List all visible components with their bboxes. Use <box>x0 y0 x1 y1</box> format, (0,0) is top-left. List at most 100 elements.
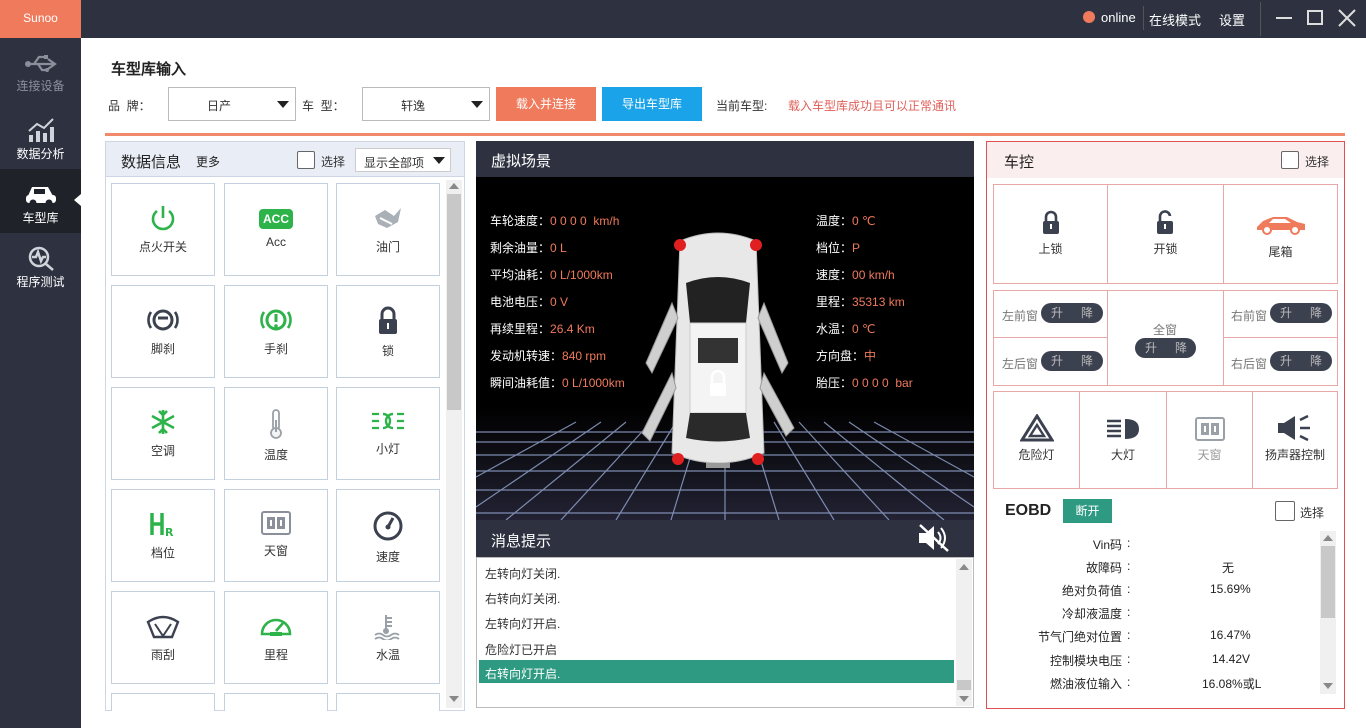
all-windows-toggle[interactable]: 升降 <box>1135 338 1196 358</box>
model-select-value: 轩逸 <box>400 99 425 113</box>
mute-icon[interactable] <box>916 523 952 553</box>
minimize-icon[interactable] <box>1276 17 1292 19</box>
scroll-up-icon[interactable] <box>449 183 459 189</box>
eobd-select-checkbox[interactable] <box>1275 501 1295 521</box>
message-item[interactable]: 左转向灯开启. <box>485 615 560 632</box>
sidebar-item-label: 数据分析 <box>16 147 65 161</box>
tile-coolant[interactable]: 水温 <box>336 591 440 684</box>
front-left-window-label: 左前窗 <box>1002 309 1039 323</box>
eobd-label: 燃油液位输入 <box>1049 677 1122 691</box>
online-mode-button[interactable]: 在线模式 <box>1149 10 1201 29</box>
sidebar-item-connect[interactable]: 连接设备 <box>0 41 81 105</box>
sidebar-item-car-library[interactable]: 车型库 <box>0 169 81 233</box>
info-row: 再续里程：26.4 Km <box>490 316 625 343</box>
scroll-down-icon[interactable] <box>449 696 459 702</box>
eobd-label: 绝对负荷值 <box>1061 584 1122 598</box>
tile-sunroof[interactable]: 天窗 <box>224 489 328 582</box>
message-item-selected[interactable]: 右转向灯开启. <box>479 660 954 683</box>
lock-button[interactable]: 上锁 <box>993 184 1108 284</box>
thermometer-icon <box>270 409 282 439</box>
sidebar-item-analysis[interactable]: 数据分析 <box>0 105 81 169</box>
headlight-button[interactable]: 大灯 <box>1079 391 1167 489</box>
odometer-icon <box>260 618 292 636</box>
scroll-thumb[interactable] <box>447 194 461 410</box>
load-connect-button[interactable]: 载入并连接 <box>496 87 596 121</box>
down-label[interactable]: 降 <box>1310 351 1322 371</box>
scroll-thumb[interactable] <box>957 680 971 690</box>
tile-wiper[interactable]: 雨刮 <box>111 591 215 684</box>
close-icon[interactable] <box>1338 9 1356 27</box>
tile-throttle[interactable]: 油门 <box>336 183 440 276</box>
eobd-title: EOBD <box>1005 502 1052 519</box>
scroll-up-icon[interactable] <box>959 564 969 570</box>
tile-odometer[interactable]: 里程 <box>224 591 328 684</box>
tile-ignition[interactable]: 点火开关 <box>111 183 215 276</box>
eobd-scrollbar[interactable] <box>1320 531 1336 694</box>
brand-select[interactable]: 日产 <box>168 87 296 121</box>
scroll-down-icon[interactable] <box>1323 683 1333 689</box>
tile-side-light[interactable]: 小灯 <box>336 387 440 480</box>
tile-gear[interactable]: R 档位 <box>111 489 215 582</box>
down-label[interactable]: 降 <box>1081 303 1093 323</box>
message-item[interactable]: 危险灯已开启 <box>485 641 557 658</box>
disconnect-button[interactable]: 断开 <box>1063 499 1112 523</box>
tile-temperature[interactable]: 温度 <box>224 387 328 480</box>
trunk-button[interactable]: 尾箱 <box>1223 184 1338 284</box>
rear-left-window-toggle[interactable]: 升降 <box>1041 351 1103 371</box>
down-label[interactable]: 降 <box>1081 351 1093 371</box>
select-checkbox[interactable] <box>297 151 315 169</box>
car-top-view-image <box>641 232 795 468</box>
eobd-value: 14.42V <box>1212 652 1251 666</box>
tile-label: 水温 <box>375 648 400 662</box>
colon: : <box>1127 582 1131 596</box>
sidebar-item-test[interactable]: 程序测试 <box>0 233 81 297</box>
info-label: 车轮速度： <box>490 214 551 228</box>
tile-label: 小灯 <box>375 442 400 456</box>
tile-partial[interactable] <box>111 693 215 711</box>
usb-icon <box>24 55 57 72</box>
info-row: 速度：00 km/h <box>816 262 913 289</box>
sunroof-button[interactable]: 天窗 <box>1166 391 1253 489</box>
export-library-button[interactable]: 导出车型库 <box>602 87 702 121</box>
front-right-window-toggle[interactable]: 升降 <box>1270 303 1332 323</box>
more-link[interactable]: 更多 <box>196 153 220 170</box>
up-label[interactable]: 升 <box>1051 351 1063 371</box>
select-label: 选择 <box>321 155 346 169</box>
tile-foot-brake[interactable]: 脚刹 <box>111 285 215 378</box>
unlock-button[interactable]: 开锁 <box>1107 184 1224 284</box>
tile-ac[interactable]: 空调 <box>111 387 215 480</box>
maximize-icon[interactable] <box>1307 10 1323 25</box>
scroll-up-icon[interactable] <box>1323 535 1333 541</box>
front-left-window-toggle[interactable]: 升降 <box>1041 303 1103 323</box>
up-label[interactable]: 升 <box>1051 303 1063 323</box>
up-label[interactable]: 升 <box>1145 338 1157 358</box>
tile-partial[interactable] <box>224 693 328 711</box>
tile-speed[interactable]: 速度 <box>336 489 440 582</box>
tile-acc[interactable]: ACC Acc <box>224 183 328 276</box>
messages-scrollbar[interactable] <box>956 559 972 706</box>
scroll-down-icon[interactable] <box>959 696 969 702</box>
down-label[interactable]: 降 <box>1175 338 1187 358</box>
tile-hand-brake[interactable]: 手刹 <box>224 285 328 378</box>
tile-partial[interactable] <box>336 693 440 711</box>
scene-right-info: 温度：0 ℃ 档位：P 速度：00 km/h 里程：35313 km 水温：0 … <box>816 208 913 397</box>
info-value: P <box>852 241 861 255</box>
hazard-button[interactable]: 危险灯 <box>993 391 1080 489</box>
tile-lock[interactable]: 锁 <box>336 285 440 378</box>
filter-select[interactable]: 显示全部项 <box>355 148 451 172</box>
message-item-label: 右转向灯开启. <box>485 667 561 681</box>
up-label[interactable]: 升 <box>1280 303 1292 323</box>
down-label[interactable]: 降 <box>1310 303 1322 323</box>
rear-right-window-toggle[interactable]: 升降 <box>1270 351 1332 371</box>
speaker-button[interactable]: 扬声器控制 <box>1252 391 1338 489</box>
data-panel-scrollbar[interactable] <box>446 180 462 708</box>
settings-button[interactable]: 设置 <box>1219 10 1245 29</box>
rear-right-window-label: 右后窗 <box>1231 357 1268 371</box>
eobd-select-label: 选择 <box>1300 506 1325 520</box>
model-select[interactable]: 轩逸 <box>362 87 490 121</box>
control-select-checkbox[interactable] <box>1281 151 1299 169</box>
message-item[interactable]: 左转向灯关闭. <box>485 565 560 582</box>
scroll-thumb[interactable] <box>1321 546 1335 618</box>
up-label[interactable]: 升 <box>1280 351 1292 371</box>
message-item[interactable]: 右转向灯关闭. <box>485 590 560 607</box>
